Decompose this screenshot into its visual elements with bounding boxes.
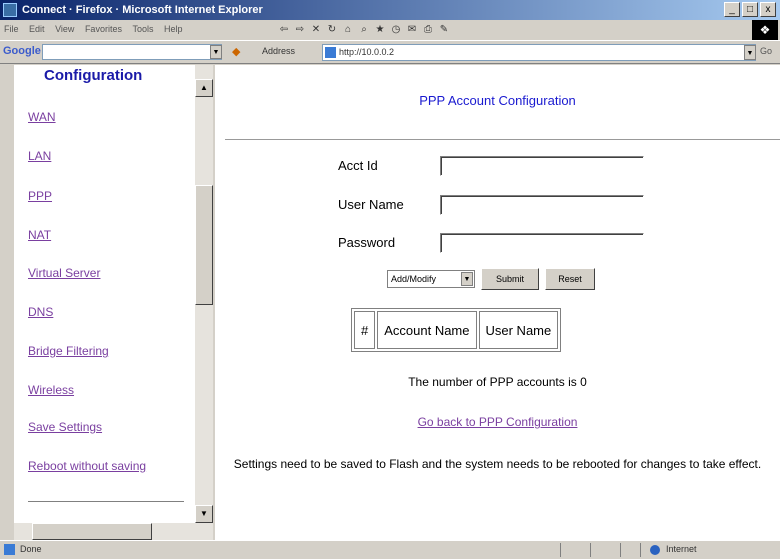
scroll-up-icon[interactable]: ▲ <box>195 79 213 97</box>
internet-zone-icon <box>650 545 660 555</box>
search-icon[interactable]: ⌕ <box>358 24 370 36</box>
close-button[interactable]: x <box>760 2 776 17</box>
nav-link-save-settings[interactable]: Save Settings <box>28 420 102 434</box>
windows-logo-icon: ❖ <box>752 20 778 40</box>
nav-vertical-scrollbar[interactable]: ▲ ▼ <box>195 65 213 540</box>
title-bar: Connect · Firefox · Microsoft Internet E… <box>0 0 780 20</box>
refresh-icon[interactable]: ↻ <box>326 24 338 36</box>
window-title: Connect · Firefox · Microsoft Internet E… <box>22 4 263 16</box>
google-dropdown-icon[interactable]: ▼ <box>210 45 222 59</box>
scroll-thumb[interactable] <box>195 185 213 305</box>
back-icon[interactable]: ⇦ <box>278 24 290 36</box>
status-separator <box>560 543 561 557</box>
print-icon[interactable]: ⎙ <box>422 24 434 36</box>
google-search-icon[interactable]: ◆ <box>232 45 240 58</box>
col-account-name-header: Account Name <box>377 311 477 349</box>
col-user-name-header: User Name <box>478 311 559 349</box>
menu-help[interactable]: Help <box>164 24 183 34</box>
nav-horizontal-scrollbar[interactable] <box>14 523 195 540</box>
address-label: Address <box>262 46 296 56</box>
page-done-icon <box>4 544 15 555</box>
action-select[interactable]: Add/Modify ▼ <box>387 270 475 288</box>
minimize-button[interactable]: _ <box>724 2 740 17</box>
nav-heading: Configuration <box>44 67 143 84</box>
status-separator <box>640 543 641 557</box>
status-separator <box>590 543 591 557</box>
left-border <box>0 65 14 540</box>
acct-id-label: Acct Id <box>338 158 378 173</box>
horizontal-scroll-thumb[interactable] <box>32 523 152 540</box>
go-button[interactable]: Go <box>760 46 772 56</box>
user-name-label: User Name <box>338 197 404 212</box>
col-index-header: # <box>354 311 376 349</box>
address-dropdown-icon[interactable]: ▼ <box>744 45 756 60</box>
google-search-input[interactable] <box>42 44 222 60</box>
page-title: PPP Account Configuration <box>419 93 576 108</box>
accounts-table: # Account Name User Name <box>351 308 562 352</box>
back-to-ppp-link[interactable]: Go back to PPP Configuration <box>215 415 780 429</box>
nav-divider <box>28 501 184 502</box>
nav-link-bridge-filtering[interactable]: Bridge Filtering <box>28 344 109 358</box>
address-value: http://10.0.0.2 <box>339 47 395 57</box>
status-bar: Done Internet <box>0 540 780 559</box>
select-dropdown-icon[interactable]: ▼ <box>461 272 473 286</box>
nav-link-wan[interactable]: WAN <box>28 110 56 124</box>
nav-link-reboot[interactable]: Reboot without saving <box>28 459 146 473</box>
nav-link-dns[interactable]: DNS <box>28 305 53 319</box>
address-toolbar: Google ▼ ◆ Address http://10.0.0.2 ▼ Go <box>0 40 780 64</box>
browser-toolbar: ⇦ ⇨ ✕ ↻ ⌂ ⌕ ★ ◷ ✉ ⎙ ✎ <box>278 22 450 38</box>
address-input[interactable]: http://10.0.0.2 <box>322 44 756 61</box>
stop-icon[interactable]: ✕ <box>310 24 322 36</box>
user-name-input[interactable] <box>440 195 644 215</box>
maximize-button[interactable]: □ <box>742 2 758 17</box>
nav-link-lan[interactable]: LAN <box>28 149 51 163</box>
menu-favorites[interactable]: Favorites <box>85 24 122 34</box>
menu-view[interactable]: View <box>55 24 74 34</box>
title-divider <box>225 139 780 140</box>
menu-file[interactable]: File <box>4 24 19 34</box>
history-icon[interactable]: ◷ <box>390 24 402 36</box>
acct-id-input[interactable] <box>440 156 644 176</box>
forward-icon[interactable]: ⇨ <box>294 24 306 36</box>
status-separator <box>620 543 621 557</box>
edit-icon[interactable]: ✎ <box>438 24 450 36</box>
scroll-down-icon[interactable]: ▼ <box>195 505 213 523</box>
menu-tools[interactable]: Tools <box>132 24 153 34</box>
nav-link-wireless[interactable]: Wireless <box>28 383 74 397</box>
save-reboot-note: Settings need to be saved to Flash and t… <box>233 457 762 471</box>
password-input[interactable] <box>440 233 644 253</box>
table-header-row: # Account Name User Name <box>354 311 559 349</box>
window-controls: _ □ x <box>724 2 776 17</box>
page-icon <box>325 47 336 58</box>
submit-button[interactable]: Submit <box>481 268 539 290</box>
zone-text: Internet <box>666 544 697 554</box>
ie-app-icon <box>3 3 17 17</box>
action-select-value: Add/Modify <box>391 274 437 284</box>
nav-link-nat[interactable]: NAT <box>28 228 51 242</box>
nav-link-ppp[interactable]: PPP <box>28 189 52 203</box>
navigation-frame: Configuration WAN LAN PPP NAT Virtual Se… <box>14 65 195 540</box>
reset-button[interactable]: Reset <box>545 268 595 290</box>
mail-icon[interactable]: ✉ <box>406 24 418 36</box>
google-logo: Google <box>3 45 41 57</box>
status-text: Done <box>20 544 42 554</box>
home-icon[interactable]: ⌂ <box>342 24 354 36</box>
menu-edit[interactable]: Edit <box>29 24 45 34</box>
nav-link-virtual-server[interactable]: Virtual Server <box>28 266 100 280</box>
favorites-icon[interactable]: ★ <box>374 24 386 36</box>
password-label: Password <box>338 235 396 250</box>
account-count-text: The number of PPP accounts is 0 <box>408 375 587 389</box>
content-frame: PPP Account Configuration Acct Id User N… <box>215 65 780 540</box>
